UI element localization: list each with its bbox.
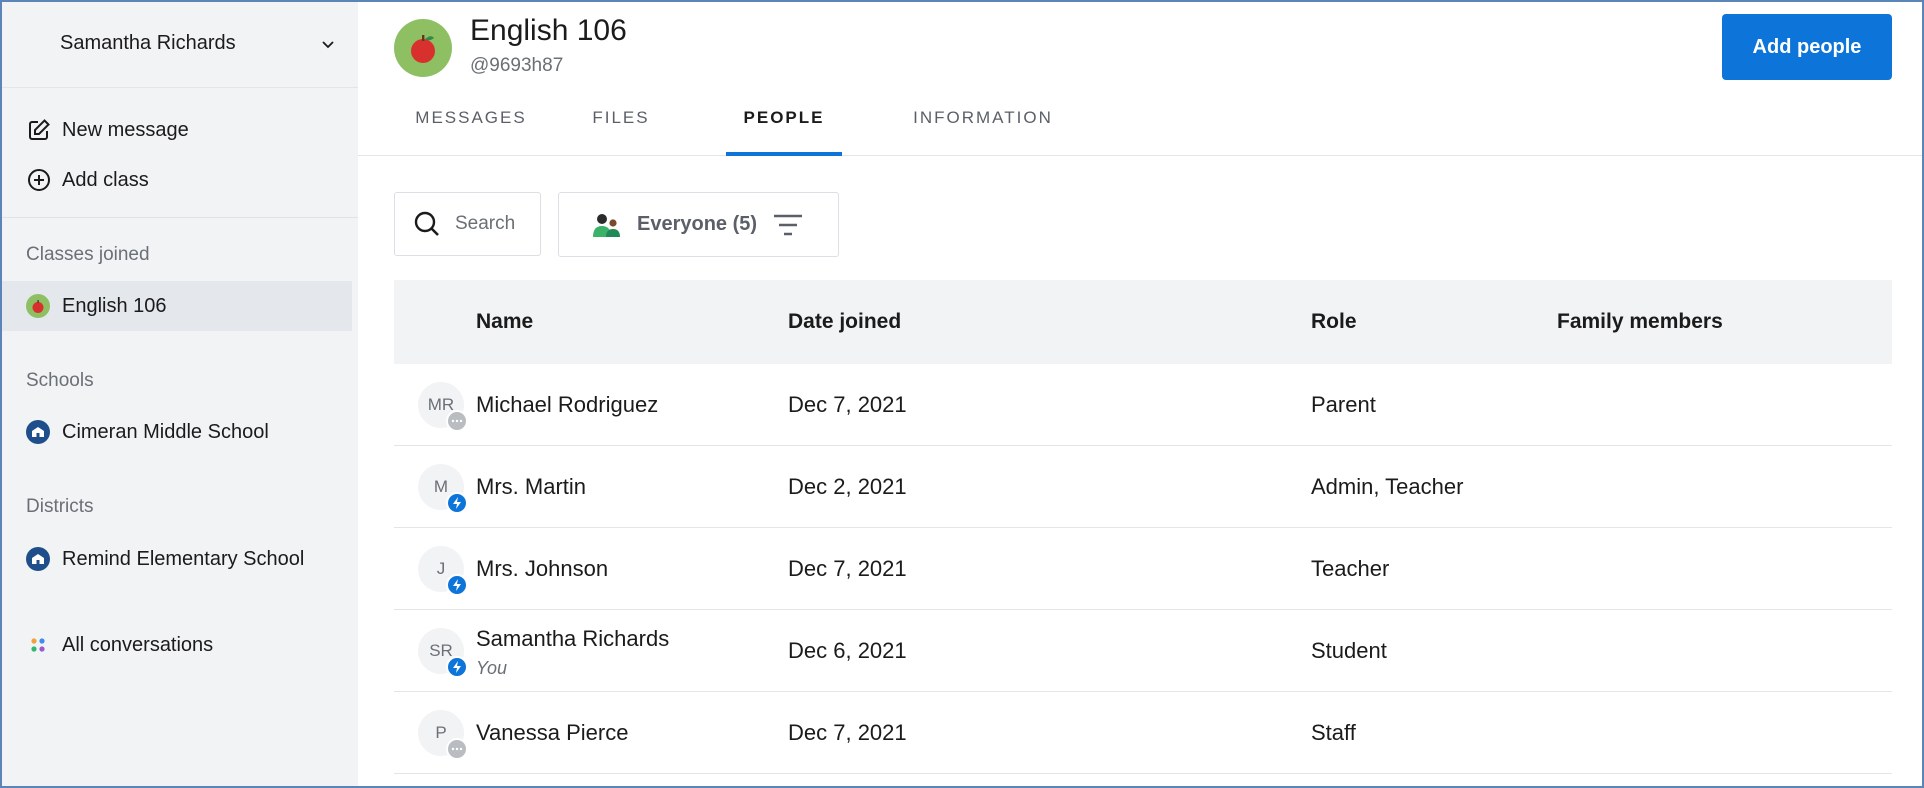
tab-bar: MESSAGES FILES PEOPLE INFORMATION: [358, 102, 1922, 156]
member-role: Staff: [1311, 720, 1356, 745]
page-title: English 106: [470, 14, 627, 47]
class-avatar: [394, 19, 452, 77]
filter-label: Everyone (5): [637, 213, 758, 235]
column-header-role[interactable]: Role: [1311, 310, 1357, 334]
sidebar: Samantha Richards New message Add class …: [2, 2, 358, 786]
filter-icon: [774, 214, 803, 235]
lightning-icon: [446, 574, 468, 596]
user-name: Samantha Richards: [60, 32, 236, 54]
member-name: Vanessa Pierce: [476, 720, 629, 745]
plus-circle-icon: [26, 167, 52, 193]
sidebar-item-cimeran-middle-school[interactable]: Cimeran Middle School: [2, 407, 352, 457]
school-icon: [26, 547, 50, 571]
search-input[interactable]: [455, 213, 525, 235]
account-switcher[interactable]: Samantha Richards: [2, 2, 358, 88]
apple-icon: [411, 35, 435, 63]
grid-dots-icon: [26, 633, 50, 657]
apple-icon: [26, 294, 50, 318]
districts-heading: Districts: [26, 496, 94, 517]
add-people-button[interactable]: Add people: [1722, 14, 1892, 80]
sidebar-item-english-106[interactable]: English 106: [2, 281, 352, 331]
column-header-family[interactable]: Family members: [1557, 310, 1723, 334]
member-name: Samantha Richards: [476, 626, 670, 651]
date-joined: Dec 6, 2021: [788, 638, 907, 663]
lightning-icon: [446, 492, 468, 514]
table-row[interactable]: J Mrs. Johnson Dec 7, 2021 Teacher: [394, 528, 1892, 610]
schools-heading: Schools: [26, 370, 94, 391]
member-role: Student: [1311, 638, 1387, 663]
add-class-label: Add class: [62, 168, 149, 191]
tab-messages[interactable]: MESSAGES: [414, 108, 528, 156]
new-message-button[interactable]: New message: [26, 114, 189, 146]
table-row[interactable]: P Vanessa Pierce Dec 7, 2021 Staff: [394, 692, 1892, 774]
table-header: Name Date joined Role Family members: [394, 280, 1892, 364]
lightning-icon: [446, 656, 468, 678]
sidebar-item-all-conversations[interactable]: All conversations: [2, 620, 352, 670]
edit-icon: [26, 117, 52, 143]
sidebar-item-label: Remind Elementary School: [62, 547, 305, 570]
member-role: Admin, Teacher: [1311, 474, 1464, 499]
people-table: Name Date joined Role Family members MR …: [394, 280, 1892, 774]
people-icon: [593, 213, 620, 237]
date-joined: Dec 7, 2021: [788, 392, 907, 417]
member-name: Michael Rodriguez: [476, 392, 659, 417]
search-icon: [414, 211, 439, 236]
add-class-button[interactable]: Add class: [26, 164, 149, 196]
member-name: Mrs. Johnson: [476, 556, 609, 581]
tab-files[interactable]: FILES: [584, 108, 658, 156]
column-header-date[interactable]: Date joined: [788, 310, 901, 334]
column-header-name[interactable]: Name: [476, 310, 533, 334]
sidebar-item-label: English 106: [62, 294, 167, 317]
audience-filter[interactable]: Everyone (5): [558, 192, 839, 257]
school-icon: [26, 420, 50, 444]
table-row[interactable]: M Mrs. Martin Dec 2, 2021 Admin, Teacher: [394, 446, 1892, 528]
sidebar-item-label: All conversations: [62, 633, 214, 656]
tab-information[interactable]: INFORMATION: [910, 108, 1056, 156]
tab-people[interactable]: PEOPLE: [726, 108, 842, 156]
classes-heading: Classes joined: [26, 244, 150, 265]
more-icon: [446, 738, 468, 760]
member-name: Mrs. Martin: [476, 474, 586, 499]
member-role: Teacher: [1311, 556, 1390, 581]
sidebar-item-label: Cimeran Middle School: [62, 420, 269, 443]
sidebar-item-remind-elementary-school[interactable]: Remind Elementary School: [2, 534, 352, 584]
sidebar-divider: [2, 217, 358, 218]
date-joined: Dec 2, 2021: [788, 474, 907, 499]
date-joined: Dec 7, 2021: [788, 556, 907, 581]
more-icon: [446, 410, 468, 432]
table-row[interactable]: SR Samantha Richards You Dec 6, 2021 Stu…: [394, 610, 1892, 692]
app-window: Samantha Richards New message Add class …: [0, 0, 1924, 788]
date-joined: Dec 7, 2021: [788, 720, 907, 745]
table-row[interactable]: MR Michael Rodriguez Dec 7, 2021 Parent: [394, 364, 1892, 446]
chevron-down-icon: [322, 41, 334, 49]
you-label: You: [476, 658, 508, 678]
member-role: Parent: [1311, 392, 1376, 417]
class-code: @9693h87: [470, 55, 564, 76]
search-box[interactable]: [394, 192, 541, 256]
new-message-label: New message: [62, 118, 189, 141]
